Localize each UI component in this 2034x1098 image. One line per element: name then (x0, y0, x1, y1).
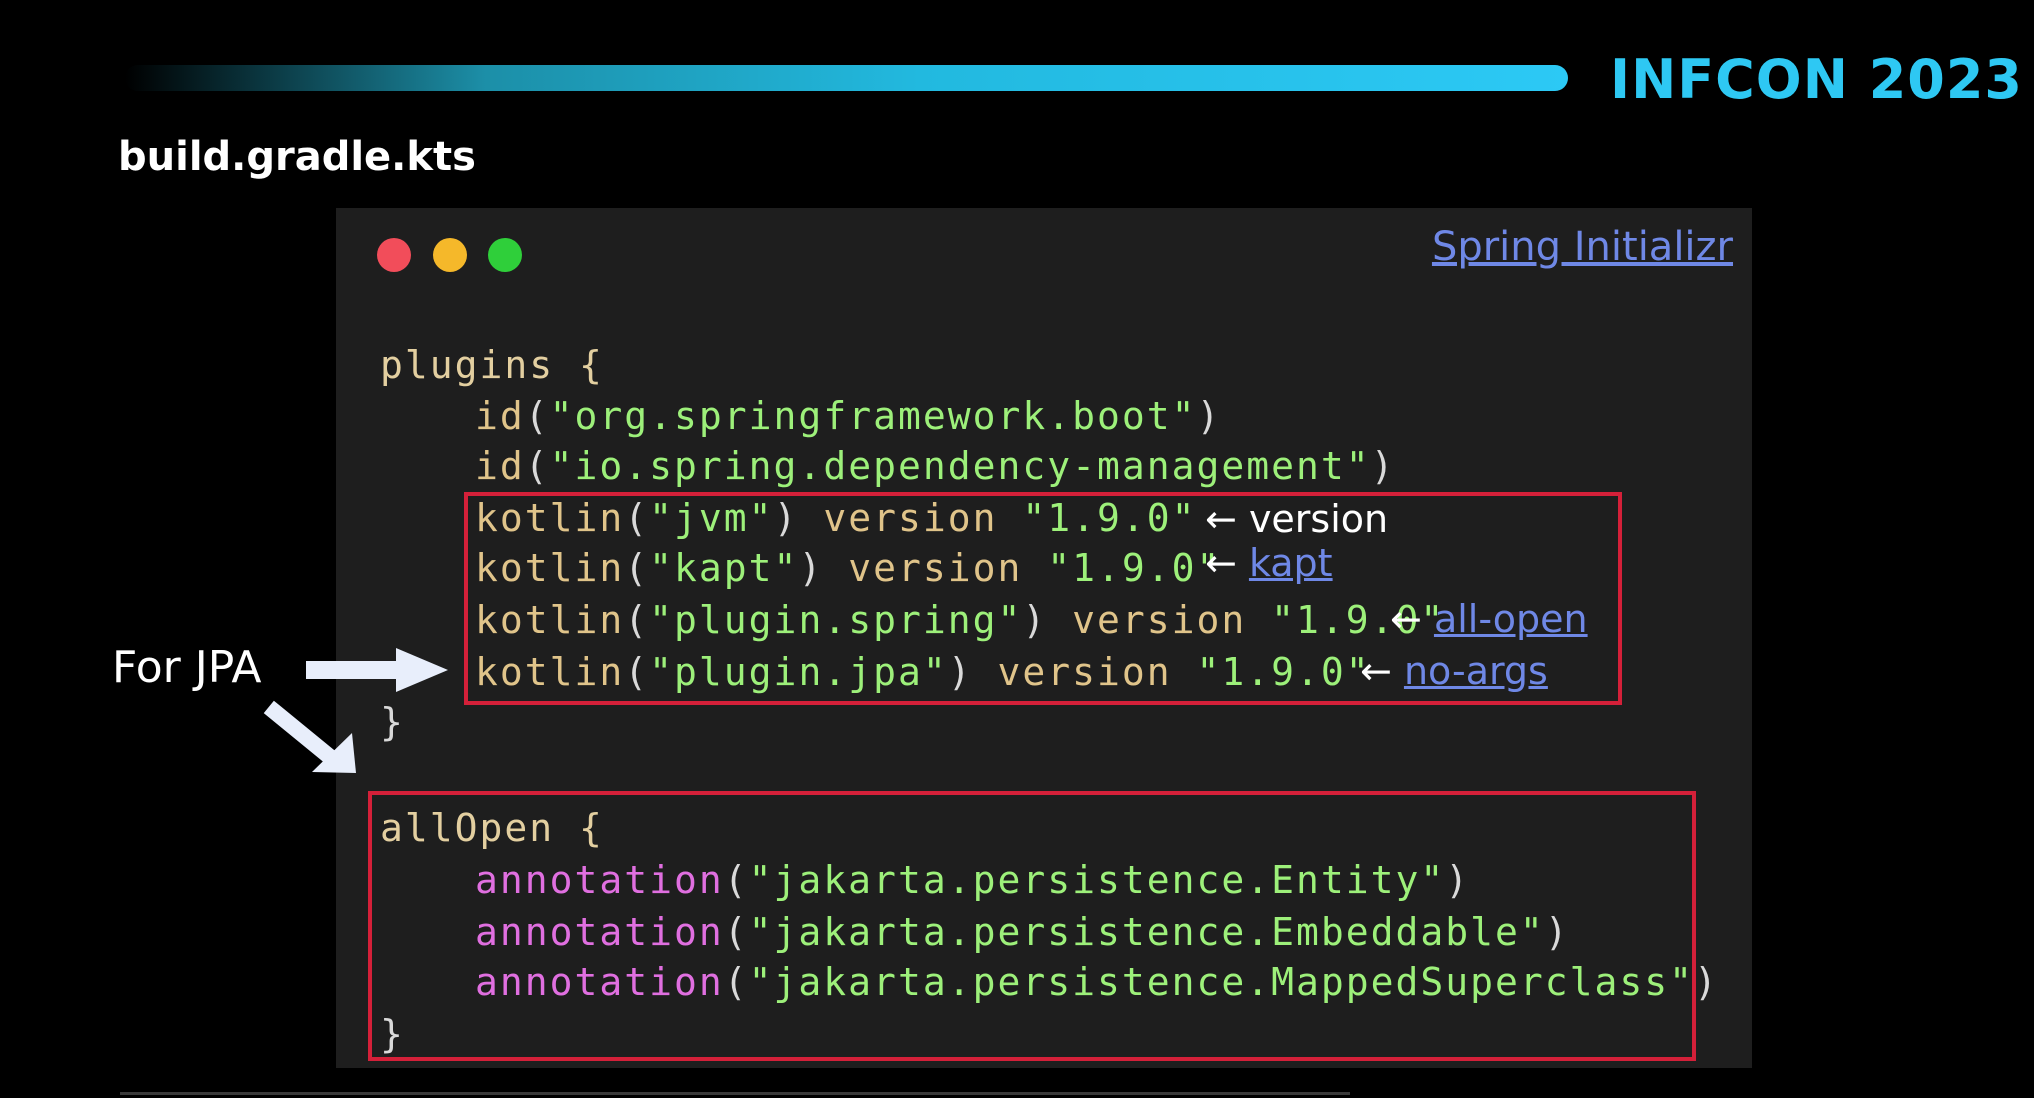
left-arrow-icon: ← (1205, 497, 1237, 541)
left-arrow-icon: ← (1205, 541, 1237, 585)
left-arrow-icon: ← (1360, 649, 1392, 693)
maximize-window-dot[interactable] (488, 238, 522, 272)
note-all-open: ← all-open (1390, 597, 1588, 641)
code-line-plugins-close: } (380, 700, 405, 744)
minimize-window-dot[interactable] (433, 238, 467, 272)
note-no-args: ← no-args (1360, 649, 1548, 693)
note-version: ← version (1205, 497, 1389, 541)
accent-gradient-bar (125, 65, 1568, 91)
close-window-dot[interactable] (377, 238, 411, 272)
bottom-divider (120, 1092, 1350, 1095)
code-line-id-dependency: id("io.spring.dependency-management") (475, 444, 1396, 488)
brand-logo: INFCON 2023 (1610, 48, 2023, 111)
allopen-highlight-box (368, 791, 1696, 1061)
all-open-link[interactable]: all-open (1434, 597, 1588, 641)
file-title: build.gradle.kts (118, 134, 476, 180)
note-kapt: ← kapt (1205, 541, 1333, 585)
code-line-plugins-open: plugins { (380, 343, 604, 387)
for-jpa-label: For JPA (112, 642, 262, 693)
left-arrow-icon: ← (1390, 597, 1422, 641)
spring-initializr-link[interactable]: Spring Initializr (1432, 224, 1733, 270)
code-line-id-boot: id("org.springframework.boot") (475, 394, 1222, 438)
kapt-link[interactable]: kapt (1249, 541, 1333, 585)
no-args-link[interactable]: no-args (1404, 649, 1548, 693)
